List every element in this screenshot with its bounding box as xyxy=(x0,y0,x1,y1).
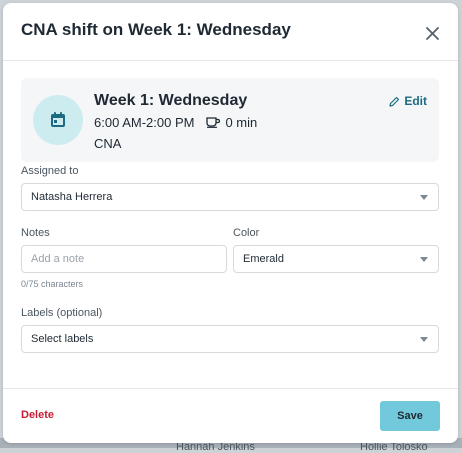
dialog-footer: Delete Save xyxy=(3,388,458,443)
shift-summary: Week 1: Wednesday 6:00 AM-2:00 PM 0 min … xyxy=(21,78,439,162)
color-select[interactable]: Emerald xyxy=(233,245,439,273)
color-value: Emerald xyxy=(243,253,284,265)
calendar-icon xyxy=(51,112,65,127)
notes-char-count: 0/75 characters xyxy=(21,279,84,289)
notes-field[interactable] xyxy=(21,245,227,273)
close-icon xyxy=(425,26,439,40)
chevron-down-icon xyxy=(420,257,428,262)
assigned-to-select[interactable]: Natasha Herrera xyxy=(21,183,439,211)
coffee-icon xyxy=(206,117,221,128)
break-duration: 0 min xyxy=(225,115,258,130)
labels-label: Labels (optional) xyxy=(21,307,103,319)
shift-time-row: 6:00 AM-2:00 PM 0 min xyxy=(94,115,257,130)
notes-input[interactable] xyxy=(31,253,217,265)
chevron-down-icon xyxy=(420,195,428,200)
notes-label: Notes xyxy=(21,227,50,239)
shift-time-range: 6:00 AM-2:00 PM xyxy=(94,115,195,130)
assigned-to-label: Assigned to xyxy=(21,165,79,177)
chevron-down-icon xyxy=(420,337,428,342)
save-button[interactable]: Save xyxy=(380,401,440,431)
labels-placeholder: Select labels xyxy=(31,333,94,345)
shift-role: CNA xyxy=(94,136,122,151)
assigned-to-value: Natasha Herrera xyxy=(31,191,113,203)
shift-dialog: CNA shift on Week 1: Wednesday Week 1: W… xyxy=(3,3,458,443)
labels-select[interactable]: Select labels xyxy=(21,325,439,353)
edit-button[interactable]: Edit xyxy=(389,94,427,108)
dialog-header: CNA shift on Week 1: Wednesday xyxy=(3,3,458,61)
calendar-icon-badge xyxy=(33,95,83,145)
color-label: Color xyxy=(233,227,260,239)
pencil-icon xyxy=(389,96,400,107)
close-button[interactable] xyxy=(420,21,444,45)
dialog-title: CNA shift on Week 1: Wednesday xyxy=(21,20,291,39)
edit-label: Edit xyxy=(404,94,427,108)
delete-button[interactable]: Delete xyxy=(21,409,54,421)
shift-day-title: Week 1: Wednesday xyxy=(94,92,248,109)
